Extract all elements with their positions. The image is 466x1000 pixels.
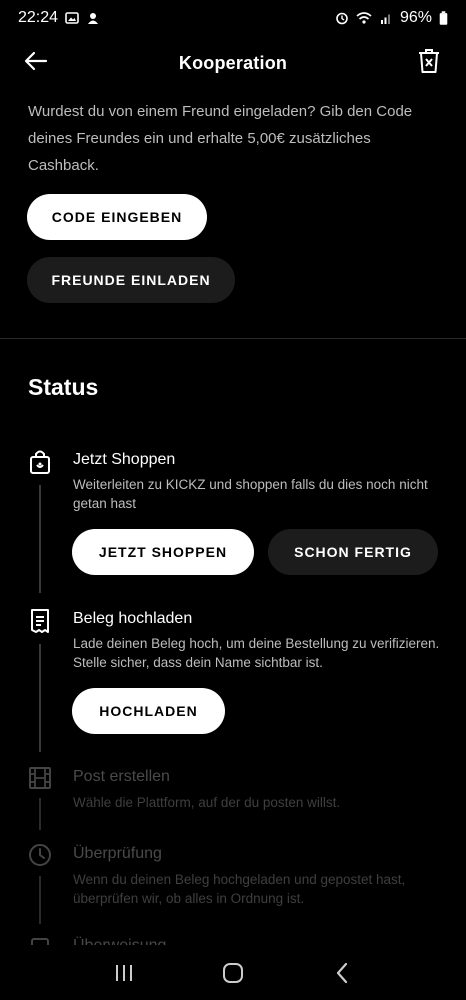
status-bar: 22:24 96% <box>0 0 466 36</box>
battery-icon <box>439 10 448 25</box>
step-title: Beleg hochladen <box>73 610 193 627</box>
signal-icon <box>380 14 390 24</box>
step-description: Wähle die Plattform, auf der du posten w… <box>73 795 341 810</box>
battery-percentage: 96% <box>399 9 432 26</box>
page-title: Kooperation <box>178 52 288 73</box>
referral-intro-text: Wurdest du von einem Freund eingeladen? … <box>28 103 413 174</box>
step-description: Lade deinen Beleg hoch, um deine Bestell… <box>73 636 440 670</box>
status-time: 22:24 <box>18 9 59 26</box>
trash-icon <box>419 49 439 73</box>
status-heading: Status <box>28 374 99 400</box>
wifi-icon <box>356 12 372 24</box>
status-bar-left: 22:24 <box>18 9 100 27</box>
arrow-left-icon <box>24 51 48 71</box>
gallery-icon <box>65 12 79 24</box>
step-connector <box>39 485 41 593</box>
clock-icon <box>28 842 52 868</box>
enter-code-button[interactable]: CODE EINGEBEN <box>27 194 207 240</box>
receipt-icon <box>28 608 52 634</box>
film-icon <box>28 765 52 791</box>
nav-back-button[interactable] <box>322 953 362 993</box>
delete-button[interactable] <box>414 44 444 78</box>
step-connector <box>39 644 41 752</box>
step-title: Überprüfung <box>73 845 162 862</box>
invite-friends-button[interactable]: FREUNDE EINLADEN <box>27 257 235 303</box>
shop-now-button[interactable]: JETZT SHOPPEN <box>72 529 254 575</box>
back-icon <box>336 962 347 983</box>
recent-apps-button[interactable] <box>104 953 144 993</box>
home-icon <box>222 962 243 983</box>
back-button[interactable] <box>24 46 60 76</box>
step-description: Weiterleiten zu KICKZ und shoppen falls … <box>73 477 428 511</box>
step-connector <box>39 876 41 924</box>
step-connector <box>39 798 41 830</box>
recent-apps-icon <box>116 964 133 981</box>
content-area[interactable]: Wurdest du von einem Freund eingeladen? … <box>0 90 466 945</box>
home-button[interactable] <box>213 953 253 993</box>
step-title: Jetzt Shoppen <box>73 451 176 468</box>
already-done-button[interactable]: SCHON FERTIG <box>268 529 438 575</box>
system-nav-bar <box>0 945 466 1000</box>
partial-icon <box>28 935 52 945</box>
alarm-icon <box>336 12 348 25</box>
step-title: Post erstellen <box>73 768 170 785</box>
status-bar-right: 96% <box>335 9 448 27</box>
upload-button[interactable]: HOCHLADEN <box>72 688 225 734</box>
shopping-bag-icon <box>28 449 52 475</box>
section-divider <box>0 338 466 339</box>
app-header: Kooperation <box>0 36 466 90</box>
step-title: Überweisung <box>73 937 166 945</box>
step-description: Wenn du deinen Beleg hochgeladen und gep… <box>73 872 406 906</box>
notification-icon <box>88 13 99 24</box>
